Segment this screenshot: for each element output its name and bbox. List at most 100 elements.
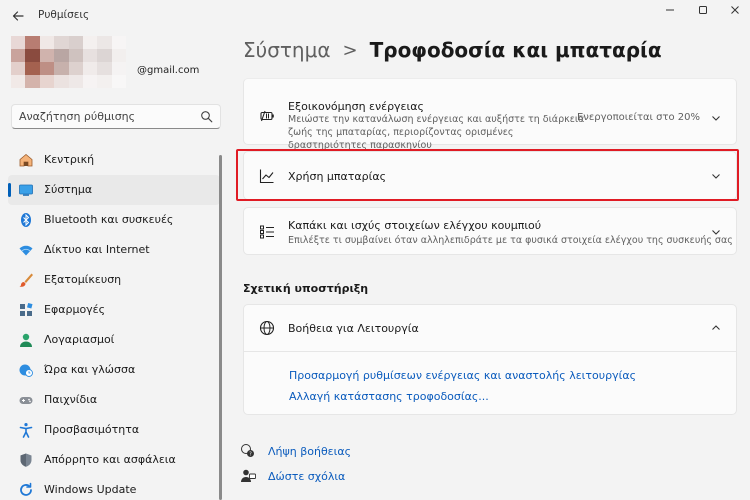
- avatar-pixel: [68, 49, 83, 62]
- sidebar-item-home[interactable]: Κεντρική: [8, 145, 220, 175]
- energy-saver-row[interactable]: Εξοικονόμηση ενέργειας Μειώστε την καταν…: [243, 78, 737, 151]
- maximize-button[interactable]: [688, 2, 718, 18]
- chevron-up-icon[interactable]: [710, 322, 722, 334]
- energy-saver-value: Ενεργοποιείται στο 20%: [576, 112, 700, 123]
- window-title: Ρυθμίσεις: [38, 9, 90, 21]
- back-button[interactable]: [8, 6, 28, 26]
- help-mode-title: Βοήθεια για Λειτουργία: [288, 322, 419, 335]
- page-title: Τροφοδοσία και μπαταρία: [369, 38, 662, 62]
- avatar-pixel: [97, 49, 112, 62]
- search-input[interactable]: [19, 108, 199, 125]
- sidebar-item-system[interactable]: Σύστημα: [8, 175, 220, 205]
- update-icon: [18, 482, 34, 498]
- close-icon: [731, 6, 739, 14]
- lid-power-button-row[interactable]: Καπάκι και ισχύς στοιχείων ελέγχου κουμπ…: [243, 207, 737, 255]
- user-email: @gmail.com: [137, 65, 200, 76]
- avatar-pixel: [11, 75, 26, 88]
- avatar-pixel: [82, 49, 98, 62]
- avatar-pixel: [39, 75, 55, 88]
- change-power-mode-link[interactable]: Αλλαγή κατάστασης τροφοδοσίας...: [289, 390, 489, 403]
- chevron-down-icon[interactable]: [710, 112, 722, 124]
- avatar-pixel: [39, 36, 55, 49]
- avatar-pixel: [54, 75, 69, 88]
- help-mode-header[interactable]: Βοήθεια για Λειτουργία: [244, 305, 736, 352]
- avatar-pixel: [111, 75, 126, 88]
- search-box[interactable]: [11, 104, 221, 129]
- avatar-pixel: [25, 36, 40, 49]
- sidebar-item-time-language[interactable]: Ώρα και γλώσσα: [8, 355, 220, 385]
- sidebar-item-accessibility[interactable]: Προσβασιμότητα: [8, 415, 220, 445]
- sidebar-item-apps[interactable]: Εφαρμογές: [8, 295, 220, 325]
- sidebar-item-gaming[interactable]: Παιχνίδια: [8, 385, 220, 415]
- network-icon: [18, 242, 34, 258]
- avatar-pixel: [11, 36, 26, 49]
- search-icon[interactable]: [200, 110, 213, 123]
- svg-text:?: ?: [249, 452, 252, 458]
- bluetooth-icon: [18, 212, 34, 228]
- globe-icon: [258, 319, 276, 337]
- sidebar-item-bluetooth[interactable]: Bluetooth και συσκευές: [8, 205, 220, 235]
- home-icon: [18, 152, 34, 168]
- list-icon: [258, 223, 276, 241]
- related-support-heading: Σχετική υποστήριξη: [243, 282, 369, 295]
- brush-icon: [18, 272, 34, 288]
- avatar-pixel: [68, 62, 83, 75]
- feedback-icon: [240, 468, 256, 484]
- avatar-pixel: [25, 49, 40, 62]
- sidebar-nav: Κεντρική Σύστημα Bluetooth και συσκευές …: [8, 145, 220, 500]
- sidebar-item-privacy-security[interactable]: Απόρρητο και ασφάλεια: [8, 445, 220, 475]
- avatar-pixel: [111, 36, 126, 49]
- shield-icon: [18, 452, 34, 468]
- avatar-pixel: [11, 62, 26, 75]
- breadcrumb-separator: >: [342, 39, 358, 61]
- avatar-pixel: [25, 62, 40, 75]
- apps-icon: [18, 302, 34, 318]
- sidebar-item-network[interactable]: Δίκτυο και Internet: [8, 235, 220, 265]
- help-chat-icon: ?: [240, 443, 256, 459]
- energy-saver-description: Μειώστε την κατανάλωση ενέργειας και αυξ…: [288, 114, 585, 151]
- back-arrow-icon: [12, 11, 24, 21]
- avatar-pixel: [54, 49, 69, 62]
- avatar-pixel: [39, 49, 55, 62]
- chevron-down-icon[interactable]: [710, 226, 722, 238]
- avatar-pixel: [82, 36, 98, 49]
- maximize-icon: [699, 6, 707, 14]
- avatar-pixel: [111, 62, 126, 75]
- minimize-button[interactable]: [655, 2, 685, 18]
- avatar-pixel: [54, 36, 69, 49]
- avatar-pixel: [68, 75, 83, 88]
- avatar-pixel: [82, 75, 98, 88]
- avatar-pixel: [68, 36, 83, 49]
- sidebar-item-accounts[interactable]: Λογαριασμοί: [8, 325, 220, 355]
- avatar-pixel: [97, 62, 112, 75]
- avatar-pixel: [111, 49, 126, 62]
- account-icon: [18, 332, 34, 348]
- title-bar: Ρυθμίσεις: [0, 0, 750, 32]
- gamepad-icon: [18, 392, 34, 408]
- sidebar-item-personalization[interactable]: Εξατομίκευση: [8, 265, 220, 295]
- get-help-link[interactable]: ? Λήψη βοήθειας: [240, 443, 351, 459]
- avatar-pixel: [97, 75, 112, 88]
- give-feedback-link[interactable]: Δώστε σχόλια: [240, 468, 345, 484]
- adjust-power-sleep-link[interactable]: Προσαρμογή ρυθμίσεων ενέργειας και αναστ…: [289, 369, 636, 382]
- lid-power-description: Επιλέξτε τι συμβαίνει όταν αλληλεπιδράτε…: [288, 235, 733, 246]
- minimize-icon: [666, 9, 674, 11]
- avatar-pixel: [97, 36, 112, 49]
- energy-saver-icon: [258, 107, 276, 125]
- clock-globe-icon: [18, 362, 34, 378]
- system-icon: [18, 182, 34, 198]
- sidebar-scrollbar[interactable]: [219, 155, 222, 500]
- close-button[interactable]: [720, 2, 750, 18]
- avatar-pixel: [25, 75, 40, 88]
- avatar-pixel: [11, 49, 26, 62]
- avatar-pixel: [54, 62, 69, 75]
- breadcrumb: Σύστημα > Τροφοδοσία και μπαταρία: [243, 38, 662, 62]
- avatar-pixel: [82, 62, 98, 75]
- sidebar-item-windows-update[interactable]: Windows Update: [8, 475, 220, 500]
- energy-saver-title: Εξοικονόμηση ενέργειας: [288, 100, 424, 113]
- breadcrumb-parent[interactable]: Σύστημα: [243, 38, 331, 62]
- lid-power-title: Καπάκι και ισχύς στοιχείων ελέγχου κουμπ…: [288, 219, 542, 232]
- highlight-box: [236, 149, 739, 201]
- accessibility-icon: [18, 422, 34, 438]
- avatar: [11, 36, 126, 88]
